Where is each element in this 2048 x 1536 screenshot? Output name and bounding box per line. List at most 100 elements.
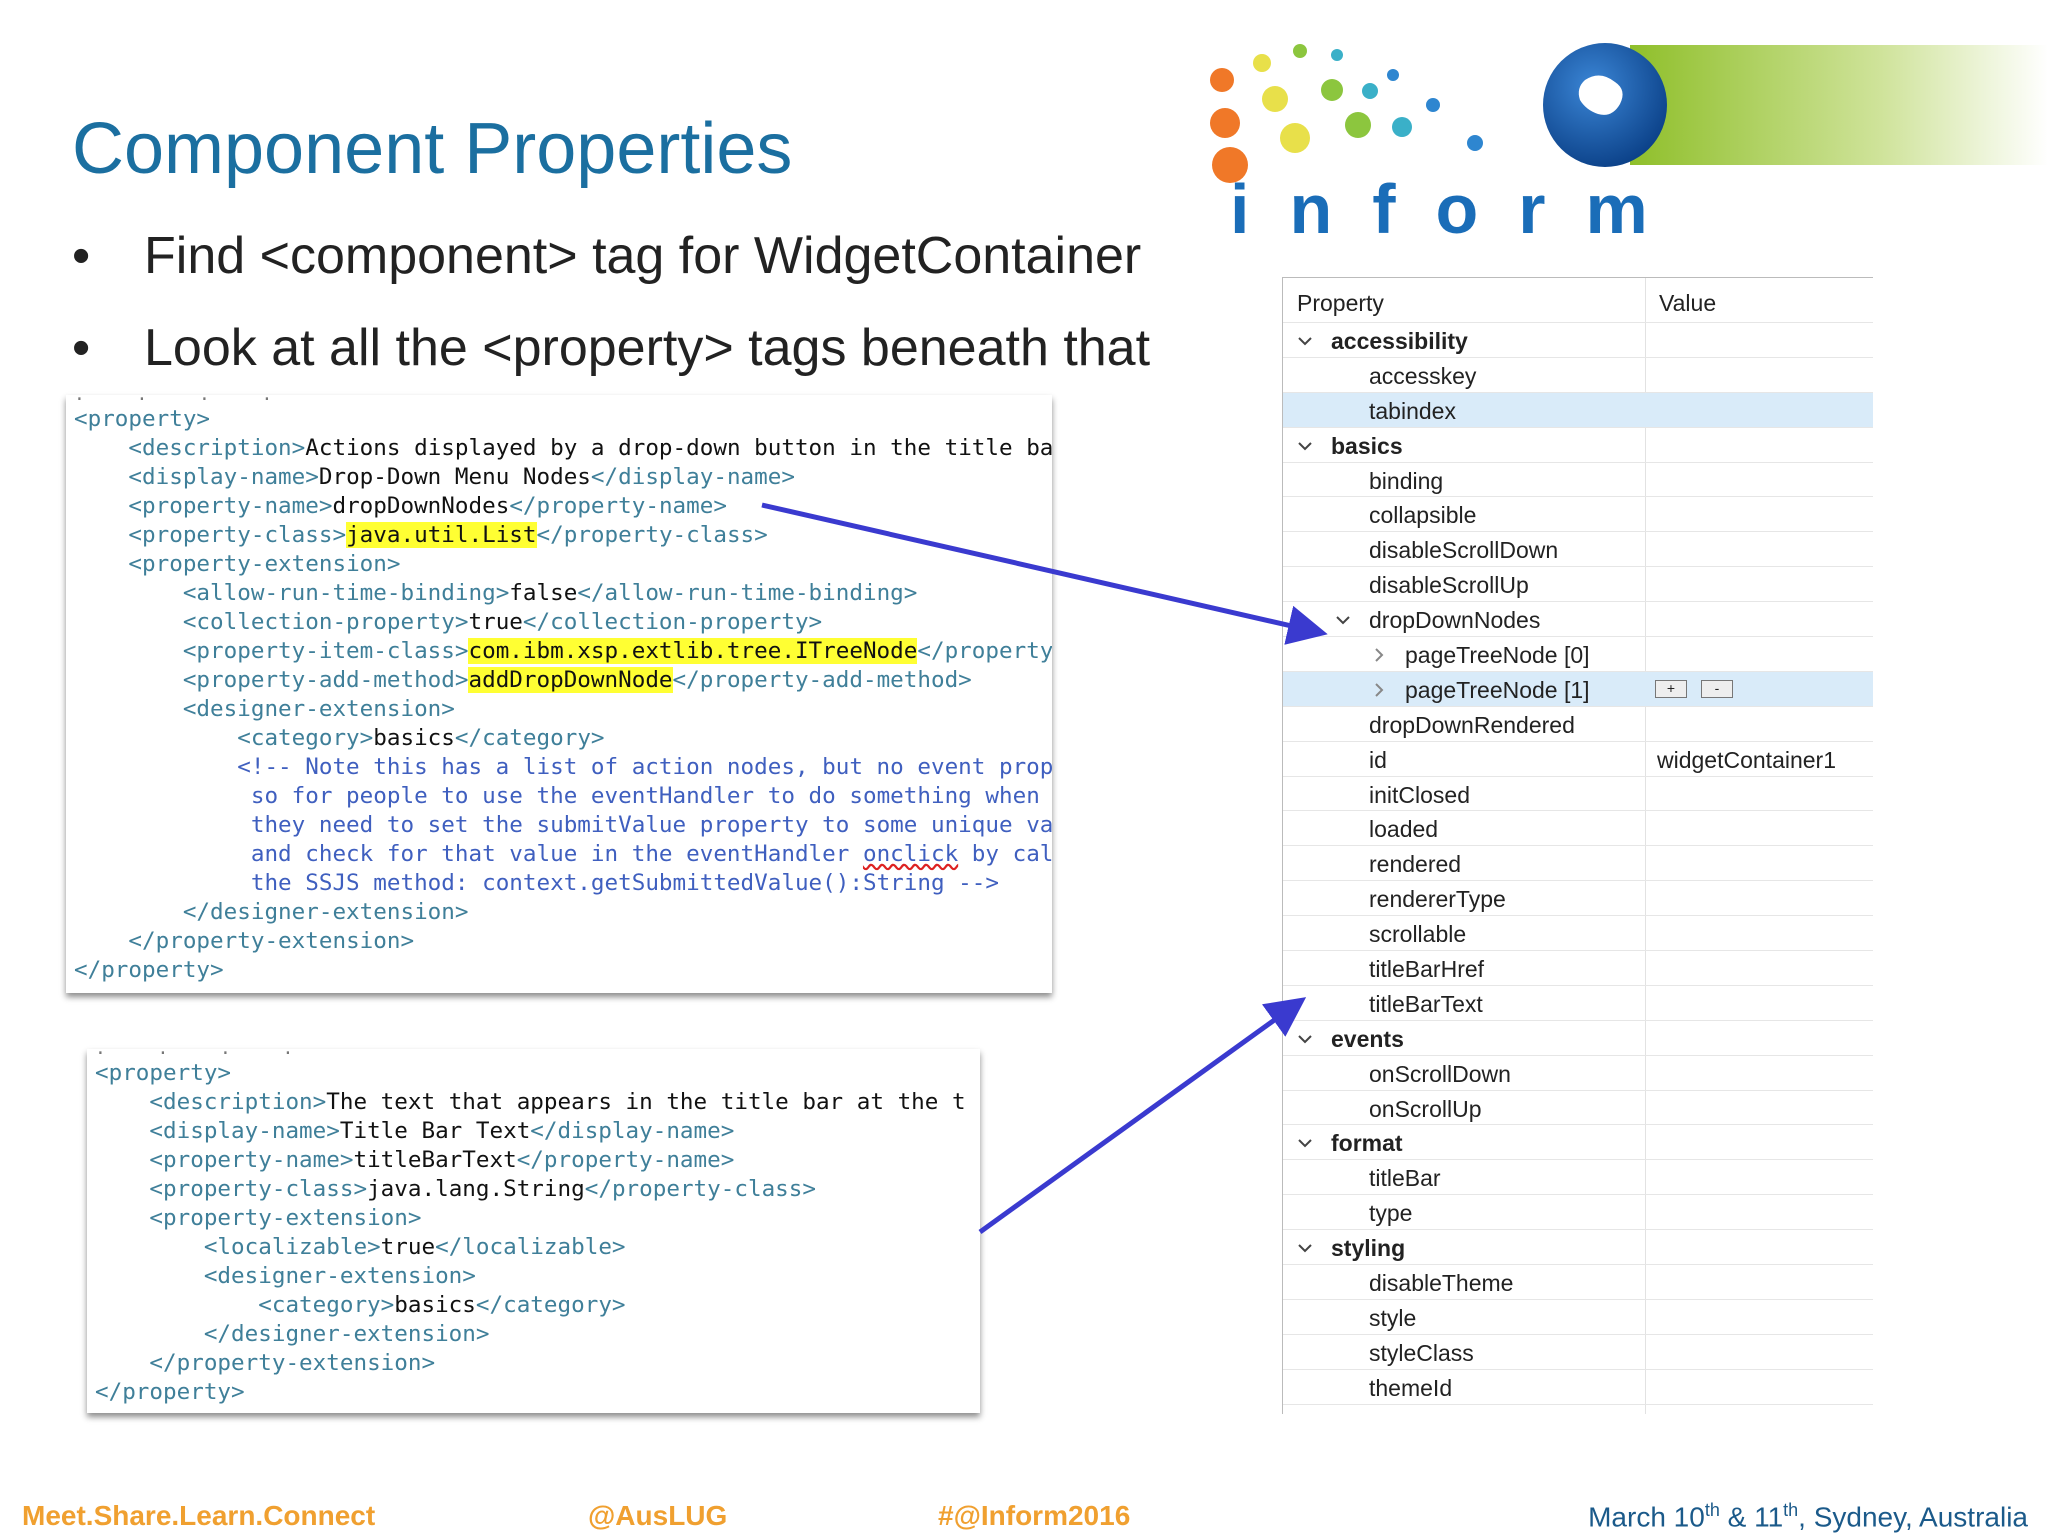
chevron-right-icon[interactable]	[1369, 644, 1389, 664]
code-line: <category>basics</category>	[95, 1291, 966, 1320]
code-line: <display-name>Title Bar Text</display-na…	[95, 1117, 966, 1146]
property-row[interactable]: style	[1283, 1300, 1873, 1335]
code-text: </display-name>	[590, 464, 795, 490]
property-row[interactable]: rendered	[1283, 846, 1873, 882]
code-text: <property-name>	[128, 493, 333, 519]
properties-rows: accessibility accesskey tabindex basics bind…	[1283, 323, 1873, 1405]
code-text: false	[509, 580, 578, 606]
property-row[interactable]: titleBar	[1283, 1160, 1873, 1196]
highlighted-code-text: java.util.List	[346, 522, 537, 548]
chevron-right-icon[interactable]	[1369, 679, 1389, 699]
property-row[interactable]: loaded	[1283, 811, 1873, 847]
property-name: style	[1369, 1304, 1417, 1331]
property-row[interactable]: initClosed	[1283, 777, 1873, 812]
code-text: </allow-run-time-binding>	[577, 580, 918, 606]
property-row[interactable]: events	[1283, 1021, 1873, 1056]
property-row[interactable]: id widgetContainer1	[1283, 742, 1873, 777]
property-row[interactable]: onScrollDown	[1283, 1056, 1873, 1091]
highlighted-code-text: addDropDownNode	[468, 667, 673, 693]
property-row[interactable]: dropDownNodes	[1283, 602, 1873, 638]
property-row[interactable]: collapsible	[1283, 497, 1873, 533]
property-row[interactable]: tabindex	[1283, 392, 1873, 428]
property-row[interactable]: rendererType	[1283, 881, 1873, 917]
code-text: </property-name>	[516, 1147, 735, 1173]
code-text: </category>	[475, 1292, 626, 1318]
code-line: </designer-extension>	[74, 898, 1052, 927]
property-name: titleBar	[1369, 1165, 1441, 1192]
property-name: pageTreeNode [1]	[1405, 676, 1590, 703]
property-value[interactable]: widgetContainer1	[1657, 747, 1836, 774]
code-text: titleBarText	[353, 1147, 517, 1173]
footer-twitter[interactable]: @AusLUG	[588, 1500, 727, 1532]
code-text: <!-- Note this has a list of action node…	[237, 754, 1052, 780]
property-row[interactable]: styling	[1283, 1230, 1873, 1266]
code-line: <property-class>java.lang.String</proper…	[95, 1175, 966, 1204]
property-row[interactable]: disableScrollDown	[1283, 532, 1873, 568]
property-name: titleBarText	[1369, 990, 1483, 1017]
value-column-header[interactable]: Value	[1659, 290, 1716, 317]
chevron-down-icon[interactable]	[1295, 1132, 1315, 1152]
xml-snippet-dropdownnodes: · · · · <property> <description>Actions …	[66, 395, 1052, 993]
property-row[interactable]: dropDownRendered	[1283, 707, 1873, 742]
property-row[interactable]: pageTreeNode [0]	[1283, 637, 1873, 672]
code-text: <property-name>	[149, 1147, 354, 1173]
code-text: onclick	[862, 841, 959, 867]
property-name: basics	[1331, 432, 1403, 459]
code-line: <property-extension>	[74, 550, 1052, 579]
property-row[interactable]: accesskey	[1283, 358, 1873, 393]
code-line: <property-extension>	[95, 1204, 966, 1233]
code-text: </localizable>	[435, 1234, 626, 1260]
add-node-button[interactable]: +	[1655, 679, 1687, 698]
chevron-down-icon[interactable]	[1295, 1237, 1315, 1257]
property-row[interactable]: basics	[1283, 428, 1873, 463]
property-row[interactable]: accessibility	[1283, 323, 1873, 358]
property-row[interactable]: binding	[1283, 463, 1873, 498]
property-name: scrollable	[1369, 921, 1467, 948]
property-name: disableScrollDown	[1369, 537, 1559, 564]
code-text: <category>	[258, 1292, 395, 1318]
property-row[interactable]: format	[1283, 1125, 1873, 1161]
inform-logo: inform	[1210, 43, 2048, 248]
code-line: <display-name>Drop-Down Menu Nodes</disp…	[74, 463, 1052, 492]
logo-text: inform	[1230, 170, 1688, 248]
chevron-down-icon[interactable]	[1333, 609, 1353, 629]
date-text: & 11	[1719, 1501, 1784, 1533]
property-row[interactable]: type	[1283, 1195, 1873, 1231]
property-row[interactable]: disableTheme	[1283, 1265, 1873, 1300]
property-row[interactable]: titleBarText	[1283, 986, 1873, 1021]
chevron-down-icon[interactable]	[1295, 435, 1315, 455]
code-line: <!-- Note this has a list of action node…	[74, 753, 1052, 782]
footer-hashtag[interactable]: #@Inform2016	[938, 1500, 1130, 1532]
code-text: </display-name>	[530, 1118, 735, 1144]
property-name: type	[1369, 1200, 1413, 1227]
code-text: <property-add-method>	[182, 667, 469, 693]
property-row[interactable]: styleClass	[1283, 1335, 1873, 1370]
property-row[interactable]: disableScrollUp	[1283, 567, 1873, 603]
remove-node-button[interactable]: -	[1701, 679, 1733, 698]
property-row[interactable]: onScrollUp	[1283, 1091, 1873, 1126]
property-row[interactable]: scrollable	[1283, 916, 1873, 952]
property-row[interactable]: pageTreeNode [1] + -	[1283, 671, 1873, 707]
code-line: <description>Actions displayed by a drop…	[74, 434, 1052, 463]
property-row[interactable]: themeId	[1283, 1370, 1873, 1405]
code-text: Drop-Down Menu Nodes	[318, 464, 591, 490]
code-text: </property-extension>	[128, 928, 415, 954]
property-column-header[interactable]: Property	[1297, 290, 1384, 317]
chevron-down-icon[interactable]	[1295, 1028, 1315, 1048]
property-row[interactable]: titleBarHref	[1283, 951, 1873, 986]
chevron-down-icon[interactable]	[1295, 330, 1315, 350]
xml-snippet-titlebartext: · · · · <property> <description>The text…	[87, 1049, 980, 1413]
code-line: <allow-run-time-binding>false</allow-run…	[74, 579, 1052, 608]
code-text: </property-add-method>	[672, 667, 972, 693]
code-text: <property>	[95, 1060, 232, 1086]
